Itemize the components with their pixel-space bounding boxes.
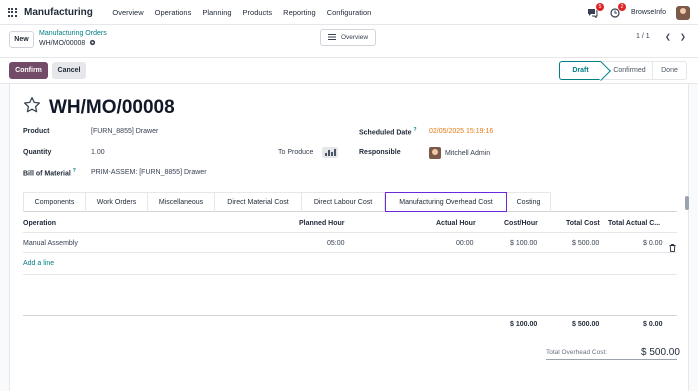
row-cost-hour[interactable]: $ 100.00 bbox=[510, 240, 537, 247]
pager-value[interactable]: 1 / 1 bbox=[636, 33, 650, 40]
status-bar: Confirm Cancel Draft Confirmed Done bbox=[0, 58, 698, 84]
col-planned-hour[interactable]: Planned Hour bbox=[299, 220, 345, 227]
footer-divider bbox=[23, 315, 677, 316]
cancel-button[interactable]: Cancel bbox=[52, 62, 86, 79]
stage-draft[interactable]: Draft bbox=[559, 61, 601, 80]
star-icon[interactable] bbox=[23, 96, 41, 119]
row-total-cost[interactable]: $ 500.00 bbox=[572, 240, 599, 247]
product-label: Product bbox=[23, 128, 50, 135]
footer-cost-hour: $ 100.00 bbox=[510, 321, 538, 328]
row-total-actual-cost[interactable]: $ 0.00 bbox=[643, 240, 662, 247]
activity-badge: 2 bbox=[617, 2, 626, 11]
tab-direct-labour-cost[interactable]: Direct Labour Cost bbox=[302, 192, 385, 212]
overview-label: Overview bbox=[340, 34, 369, 41]
bom-label: Bill of Material ? bbox=[23, 168, 76, 177]
menu-item-overview[interactable]: Overview bbox=[107, 8, 149, 17]
hamburger-icon bbox=[327, 33, 336, 42]
scheduled-help-icon[interactable]: ? bbox=[413, 127, 416, 133]
menu-item-configuration[interactable]: Configuration bbox=[321, 8, 377, 17]
row-divider bbox=[23, 274, 677, 275]
footer-total-actual-cost: $ 0.00 bbox=[643, 321, 663, 328]
to-produce-label: To Produce bbox=[278, 149, 314, 156]
scheduled-date-label: Scheduled Date ? bbox=[359, 127, 417, 136]
quantity-field[interactable]: 1.00 bbox=[91, 149, 105, 156]
gear-icon[interactable] bbox=[89, 39, 96, 48]
control-panel: New Manufacturing Orders WH/MO/00008 Ove… bbox=[0, 25, 698, 58]
total-overhead-value: $ 500.00 bbox=[641, 347, 680, 358]
bom-label-text: Bill of Material bbox=[23, 170, 71, 178]
pager-next-icon[interactable]: ❯ bbox=[680, 33, 686, 41]
row-operation[interactable]: Manual Assembly bbox=[23, 240, 78, 247]
stage-pipeline: Draft Confirmed Done bbox=[559, 61, 687, 80]
product-field[interactable]: [FURN_8855] Drawer bbox=[91, 128, 158, 135]
add-line-link[interactable]: Add a line bbox=[23, 260, 54, 267]
company-switcher[interactable]: BrowseInfo bbox=[631, 9, 666, 16]
record-title: WH/MO/00008 bbox=[23, 96, 175, 119]
form-sheet: WH/MO/00008 Product [FURN_8855] Drawer Q… bbox=[9, 84, 689, 391]
top-navbar: Manufacturing Overview Operations Planni… bbox=[0, 0, 698, 25]
footer-total-cost: $ 500.00 bbox=[572, 321, 600, 328]
menu-item-reporting[interactable]: Reporting bbox=[278, 8, 322, 17]
chat-icon[interactable]: 5 bbox=[587, 2, 604, 19]
col-cost-hour[interactable]: Cost/Hour bbox=[504, 220, 538, 227]
confirm-button[interactable]: Confirm bbox=[9, 62, 48, 79]
breadcrumb-current: WH/MO/00008 bbox=[39, 39, 96, 48]
trash-icon[interactable] bbox=[669, 239, 676, 257]
pager-prev-icon[interactable]: ❮ bbox=[665, 33, 671, 41]
stage-done[interactable]: Done bbox=[653, 61, 687, 80]
record-name: WH/MO/00008 bbox=[49, 96, 175, 118]
header-divider bbox=[23, 232, 677, 233]
overview-button[interactable]: Overview bbox=[320, 29, 376, 46]
user-avatar[interactable] bbox=[676, 5, 690, 20]
row-divider bbox=[23, 252, 677, 253]
scheduled-date-label-text: Scheduled Date bbox=[359, 129, 412, 137]
total-overhead-label: Total Overhead Cost: bbox=[546, 349, 608, 356]
tab-direct-material-cost[interactable]: Direct Material Cost bbox=[215, 192, 302, 212]
app-name[interactable]: Manufacturing bbox=[24, 7, 93, 18]
col-actual-hour[interactable]: Actual Hour bbox=[436, 220, 476, 227]
scrollbar[interactable] bbox=[685, 196, 689, 210]
notebook-tabs: Components Work Orders Miscellaneous Dir… bbox=[23, 192, 677, 212]
activity-clock-icon[interactable]: 2 bbox=[609, 2, 626, 19]
chat-badge: 5 bbox=[595, 2, 604, 11]
col-total-actual-cost[interactable]: Total Actual C... bbox=[608, 220, 660, 227]
menu-item-products[interactable]: Products bbox=[237, 8, 278, 17]
tab-work-orders[interactable]: Work Orders bbox=[86, 192, 148, 212]
bar-chart-icon[interactable] bbox=[322, 147, 338, 158]
tab-costing[interactable]: Costing bbox=[507, 192, 551, 212]
responsible-label: Responsible bbox=[359, 149, 401, 156]
breadcrumb-current-label: WH/MO/00008 bbox=[39, 40, 86, 47]
col-total-cost[interactable]: Total Cost bbox=[566, 220, 600, 227]
bom-help-icon[interactable]: ? bbox=[73, 168, 76, 174]
summary-divider bbox=[546, 359, 677, 360]
scheduled-date-field[interactable]: 02/05/2025 15:19:16 bbox=[429, 128, 493, 135]
main-menu: Overview Operations Planning Products Re… bbox=[107, 8, 377, 17]
responsible-field[interactable]: Mitchell Admin bbox=[429, 147, 490, 159]
quantity-label: Quantity bbox=[23, 149, 52, 156]
menu-item-planning[interactable]: Planning bbox=[197, 8, 237, 17]
bom-field[interactable]: PRIM-ASSEM: [FURN_8855] Drawer bbox=[91, 169, 207, 176]
tab-manufacturing-overhead-cost[interactable]: Manufacturing Overhead Cost bbox=[385, 192, 507, 212]
tab-components[interactable]: Components bbox=[23, 192, 86, 212]
row-planned-hour[interactable]: 05:00 bbox=[327, 240, 345, 247]
apps-menu-icon[interactable] bbox=[0, 7, 24, 17]
new-button[interactable]: New bbox=[9, 31, 34, 48]
col-operation[interactable]: Operation bbox=[23, 220, 56, 227]
responsible-avatar bbox=[429, 147, 441, 159]
row-actual-hour[interactable]: 00:00 bbox=[456, 240, 474, 247]
breadcrumb-parent[interactable]: Manufacturing Orders bbox=[39, 30, 107, 37]
tab-miscellaneous[interactable]: Miscellaneous bbox=[148, 192, 215, 212]
responsible-name: Mitchell Admin bbox=[445, 149, 491, 157]
menu-item-operations[interactable]: Operations bbox=[149, 8, 197, 17]
